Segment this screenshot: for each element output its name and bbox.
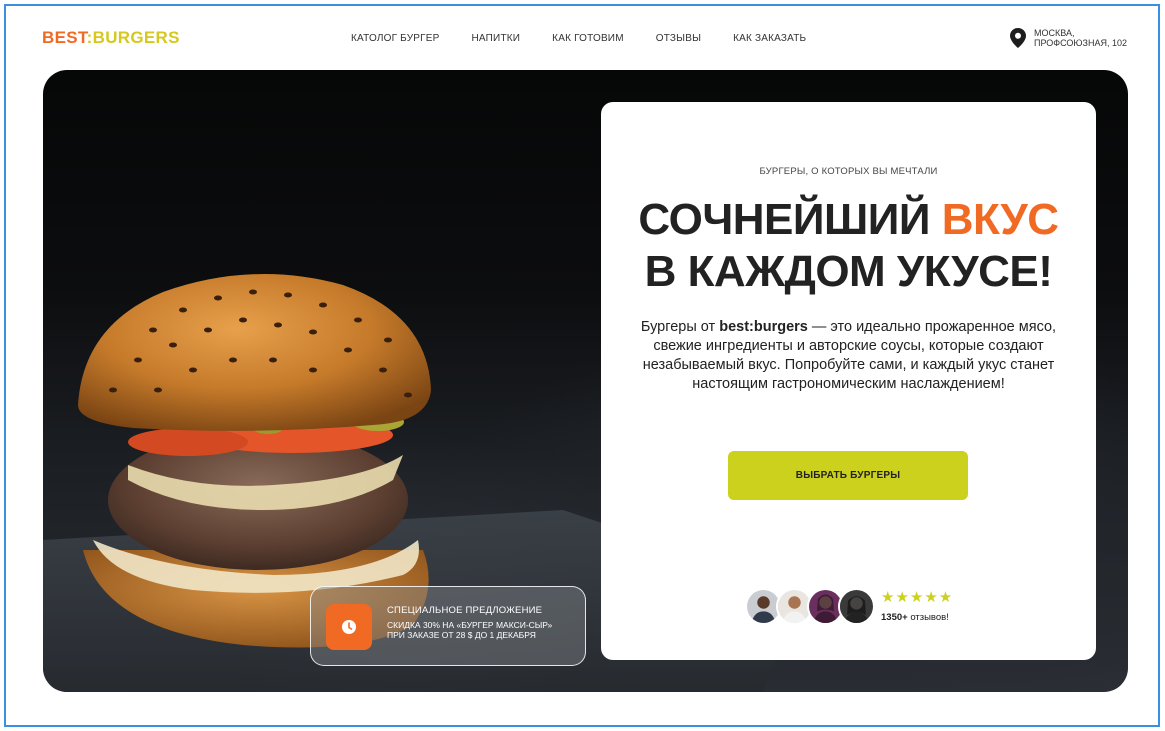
reviewer-avatars [745, 588, 875, 625]
main-nav: КАТОЛОГ БУРГЕР НАПИТКИ КАК ГОТОВИМ ОТЗЫВ… [351, 33, 806, 44]
site-header: BEST:BURGERS КАТОЛОГ БУРГЕР НАПИТКИ КАК … [6, 6, 1158, 72]
reviews-count: 1350+ отзывов! [881, 612, 953, 623]
headline-accent: ВКУС [941, 195, 1059, 244]
location[interactable]: МОСКВА, ПРОФСОЮЗНАЯ, 102 [1010, 28, 1127, 48]
rating-stars-icon: ★★★★★ [881, 589, 954, 606]
hero-description: Бургеры от best:burgers — это идеально п… [633, 318, 1064, 394]
nav-how-we-cook[interactable]: КАК ГОТОВИМ [552, 33, 624, 44]
logo[interactable]: BEST:BURGERS [42, 28, 180, 48]
desc-prefix: Бургеры от [640, 319, 720, 335]
nav-catalog[interactable]: КАТОЛОГ БУРГЕР [351, 33, 439, 44]
location-street: ПРОФСОЮЗНАЯ, 102 [1034, 38, 1127, 48]
logo-part-burgers: BURGERS [92, 28, 180, 47]
reviews-summary[interactable]: ★★★★★ 1350+ отзывов! [745, 588, 953, 625]
headline-line2: В КАЖДОМ УКУСЕ! [644, 247, 1053, 296]
headline-part1: СОЧНЕЙШИЙ [638, 195, 942, 244]
hero-headline: СОЧНЕЙШИЙ ВКУС В КАЖДОМ УКУСЕ! [601, 194, 1096, 298]
nav-reviews[interactable]: ОТЗЫВЫ [656, 33, 701, 44]
hero-kicker: БУРГЕРЫ, О КОТОРЫХ ВЫ МЕЧТАЛИ [759, 166, 938, 177]
rating-block: ★★★★★ 1350+ отзывов! [881, 589, 954, 624]
reviews-count-suffix: отзывов! [907, 612, 949, 623]
page-frame: BEST:BURGERS КАТОЛОГ БУРГЕР НАПИТКИ КАК … [4, 4, 1160, 727]
location-address: МОСКВА, ПРОФСОЮЗНАЯ, 102 [1034, 28, 1127, 48]
nav-drinks[interactable]: НАПИТКИ [471, 33, 520, 44]
logo-part-best: BEST [42, 28, 87, 47]
hero-card: БУРГЕРЫ, О КОТОРЫХ ВЫ МЕЧТАЛИ СОЧНЕЙШИЙ … [601, 102, 1096, 660]
hero-section: БУРГЕРЫ, О КОТОРЫХ ВЫ МЕЧТАЛИ СОЧНЕЙШИЙ … [43, 70, 1128, 692]
choose-burgers-button[interactable]: ВЫБРАТЬ БУРГЕРЫ [728, 451, 968, 500]
reviews-count-number: 1350+ [881, 612, 908, 623]
special-offer-banner[interactable]: СПЕЦИАЛЬНОЕ ПРЕДЛОЖЕНИЕ СКИДКА 30% НА «Б… [310, 586, 586, 666]
nav-how-to-order[interactable]: КАК ЗАКАЗАТЬ [733, 33, 806, 44]
clock-icon [326, 604, 372, 650]
offer-title: СПЕЦИАЛЬНОЕ ПРЕДЛОЖЕНИЕ [387, 605, 543, 616]
avatar [838, 588, 875, 625]
map-pin-icon [1010, 28, 1026, 48]
location-city: МОСКВА, [1034, 28, 1075, 38]
offer-text: СКИДКА 30% НА «БУРГЕР МАКСИ-СЫР» ПРИ ЗАК… [387, 620, 553, 640]
desc-brand: best:burgers [719, 319, 808, 335]
